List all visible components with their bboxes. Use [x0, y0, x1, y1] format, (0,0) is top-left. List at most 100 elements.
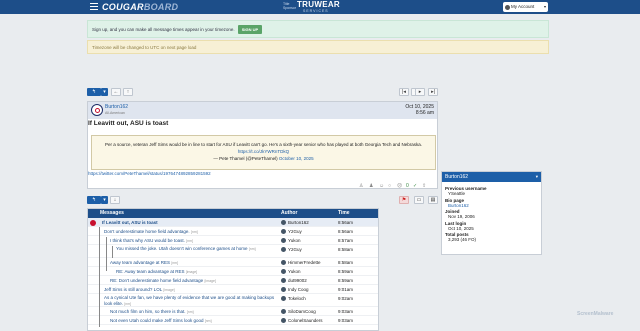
post-card: Burton162 All-American Oct 10, 2025 8:56… — [87, 101, 438, 189]
last-icon: ▸| — [431, 89, 435, 95]
share-icon[interactable]: ⇪ — [422, 183, 426, 189]
table-row[interactable]: I think that's why ASU would be toast. [… — [88, 236, 378, 245]
table-row[interactable]: RE: Away team advantage at RES [image] Y… — [88, 267, 378, 276]
row-author[interactable]: ColonelSaunders — [281, 316, 323, 325]
reply-icon: ↰ — [91, 89, 97, 95]
author-title: All-American — [105, 111, 125, 115]
tweet-short-link[interactable]: https://t.co/JkYWRnTDkQ — [238, 149, 289, 154]
table-row[interactable]: As a cynical Ute fan, we have plenty of … — [88, 294, 378, 307]
reply-button[interactable]: ↰ — [87, 88, 101, 96]
sad-icon[interactable]: ☹ — [397, 183, 402, 189]
row-author[interactable]: Indy Coog — [281, 285, 309, 294]
table-row[interactable]: Don't underestimate home field advantage… — [88, 227, 378, 236]
post-title: If Leavitt out, ASU is toast — [88, 120, 169, 127]
bookmark-icon: ▭ — [416, 197, 422, 203]
thumbs-down-icon[interactable]: ♟ — [369, 183, 373, 189]
flag-icon: ⚑ — [401, 197, 407, 203]
row-author[interactable]: dut99002 — [281, 276, 307, 285]
print-icon: ▤ — [430, 197, 436, 203]
embedded-tweet: Per a source, veteran Jeff Sims would be… — [91, 135, 436, 170]
row-time: 8:58am — [338, 260, 354, 265]
thread-down-button[interactable]: ↓ — [110, 196, 120, 204]
next-button[interactable]: ▸ — [415, 88, 425, 96]
site-logo[interactable]: COUGARBOARD — [102, 2, 178, 12]
thread-up-button[interactable]: ↑ — [123, 88, 133, 96]
table-row[interactable]: If Leavitt out, ASU is toast Burton162 8… — [88, 218, 378, 227]
timezone-banner: Sign up, and you can make all message ti… — [87, 20, 549, 38]
row-author[interactable]: Y2Guy — [281, 245, 302, 254]
row-author[interactable]: HimmerFredette — [281, 258, 321, 267]
thread-tree-line — [106, 237, 107, 271]
reply-bottom-button[interactable]: ↰ — [87, 196, 101, 204]
avatar[interactable] — [91, 104, 103, 116]
table-header: Messages Author Time — [88, 209, 378, 218]
tweet-text: Per a source, veteran Jeff Sims would be… — [105, 142, 422, 147]
post-author[interactable]: Burton162 — [105, 104, 128, 110]
thumbs-up-icon[interactable]: ♙ — [359, 183, 363, 189]
tweet-url-link[interactable]: https://twitter.com/PeteThamel/status/19… — [88, 171, 211, 176]
arrow-left-icon: ← — [113, 89, 119, 95]
timezone-text: Sign up, and you can make all message ti… — [92, 27, 235, 32]
check-icon[interactable]: ✓ — [413, 183, 417, 189]
row-author[interactable]: SiloDamCoog — [281, 307, 316, 316]
chevron-down-icon: ▾ — [535, 174, 538, 179]
col-messages[interactable]: Messages — [100, 209, 124, 218]
top-nav-bar: COUGARBOARD Title Sponsor TRUWEAR SERVICE… — [0, 0, 640, 14]
sidebar-header[interactable]: Burton162 ▾ — [442, 172, 541, 182]
row-author[interactable]: Tokeloch — [281, 294, 306, 303]
sponsor-tagline: SERVICES — [303, 8, 329, 13]
tweet-date-link[interactable]: October 10, 2025 — [279, 156, 314, 161]
row-time: 8:57am — [338, 238, 354, 243]
row-subject[interactable]: Not even Utah could make Jeff Sims look … — [110, 316, 212, 326]
table-row[interactable]: You missed the joke. Utah doesn't win co… — [88, 245, 378, 258]
chevron-down-icon: ▾ — [543, 4, 546, 9]
flag-button[interactable]: ⚑ — [399, 196, 409, 204]
row-time: 9:01am — [338, 287, 354, 292]
row-time: 9:03am — [338, 318, 354, 323]
table-row[interactable]: Not even Utah could make Jeff Sims look … — [88, 316, 378, 325]
table-row[interactable]: Not much film on him, so there is that. … — [88, 307, 378, 316]
first-icon: |◂ — [402, 89, 406, 95]
reply-bottom-menu-button[interactable]: ▾ — [101, 196, 108, 204]
row-author[interactable]: Y2Guy — [281, 227, 302, 236]
thread-tree-line — [99, 227, 100, 327]
table-row[interactable]: Away team advantage at RES [nm] HimmerFr… — [88, 258, 378, 267]
post-date: Oct 10, 2025 8:56 am — [405, 104, 434, 116]
reply-menu-button[interactable]: ▾ — [101, 88, 108, 96]
avatar — [281, 318, 286, 323]
avatar — [281, 260, 286, 265]
avatar — [281, 238, 286, 243]
print-button[interactable]: ▤ — [428, 196, 438, 204]
first-post-button[interactable]: |◂ — [399, 88, 409, 96]
chevron-down-icon: ▾ — [103, 89, 106, 95]
col-author[interactable]: Author — [281, 209, 297, 218]
account-button[interactable]: My Account ▾ — [503, 2, 548, 12]
tweet-signature: — Pete Thamel (@PeteThamel) — [213, 156, 278, 161]
row-time: 9:02am — [338, 296, 354, 301]
laugh-icon[interactable]: ☺ — [379, 183, 384, 189]
chevron-down-icon: ▾ — [103, 197, 106, 203]
menu-icon[interactable] — [90, 3, 98, 11]
row-subject[interactable]: If Leavitt out, ASU is toast — [102, 218, 158, 227]
col-time[interactable]: Time — [338, 209, 350, 218]
row-subject[interactable]: You missed the joke. Utah doesn't win co… — [116, 246, 278, 252]
row-author[interactable]: Burton162 — [281, 218, 309, 227]
row-author[interactable]: Yukon — [281, 267, 301, 276]
bio-link[interactable]: Burton162 — [445, 203, 538, 208]
bookmark-button[interactable]: ▭ — [414, 196, 424, 204]
row-subject[interactable]: As a cynical Ute fan, we have plenty of … — [104, 295, 278, 307]
row-author[interactable]: Yukon — [281, 236, 301, 245]
avatar — [281, 269, 286, 274]
utc-notice-text: Timezone will be changed to UTC on next … — [92, 45, 197, 50]
table-row[interactable]: Jeff Sims is still around? LOL [image] I… — [88, 285, 378, 294]
thread-table: Messages Author Time If Leavitt out, ASU… — [87, 208, 379, 331]
table-row[interactable]: RE: Don't underestimate home field advan… — [88, 276, 378, 285]
sponsor-label: Title Sponsor — [283, 2, 297, 10]
reaction-count[interactable]: 0 — [406, 183, 409, 189]
user-icon — [505, 4, 510, 10]
avatar — [281, 247, 286, 252]
last-post-button[interactable]: ▸| — [428, 88, 438, 96]
wow-icon[interactable]: ○ — [388, 183, 391, 189]
signup-button[interactable]: SIGN UP — [238, 25, 262, 34]
prev-post-button[interactable]: ← — [111, 88, 121, 96]
